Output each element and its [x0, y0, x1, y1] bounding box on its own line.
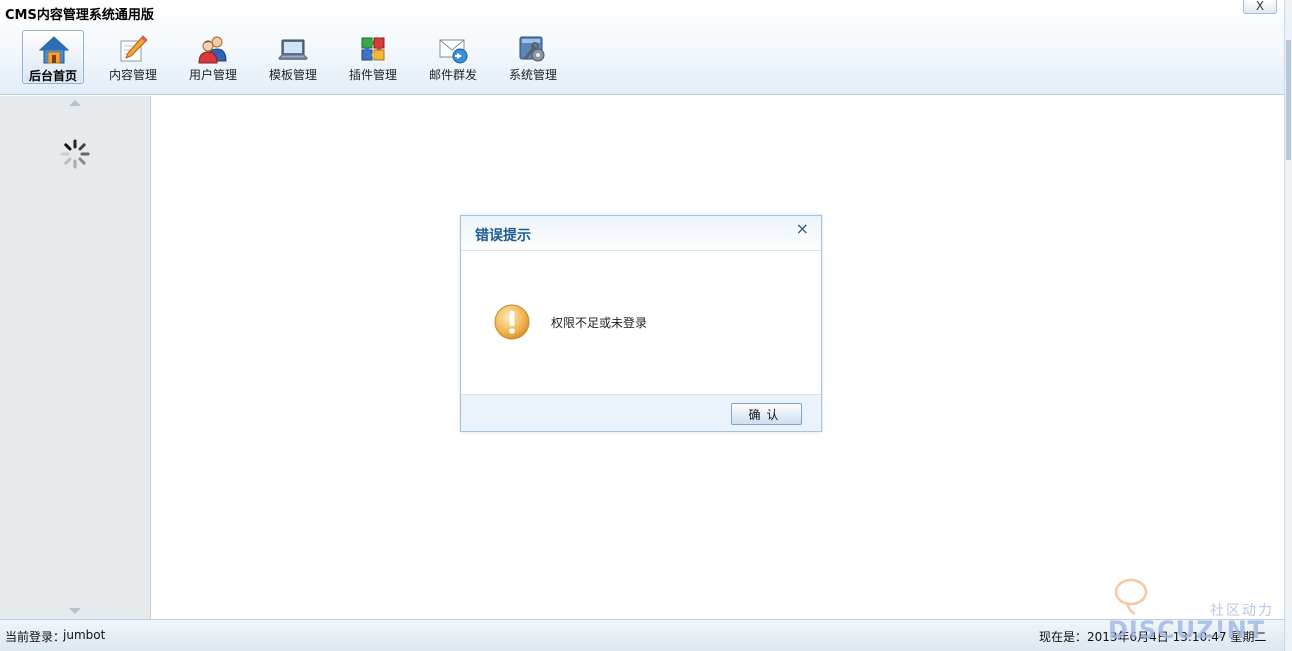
login-label: 当前登录： — [5, 630, 66, 644]
toolbar-home-label: 后台首页 — [28, 69, 77, 83]
window-close-button[interactable]: X — [1243, 0, 1277, 14]
confirm-button[interactable]: 确认 — [731, 403, 802, 425]
spinner-icon — [60, 139, 90, 169]
error-dialog: 错误提示 × 权限不足或未登录 确认 — [460, 215, 822, 432]
mail-send-icon — [439, 39, 468, 64]
dialog-message: 权限不足或未登录 — [551, 316, 648, 330]
toolbar-users-label: 用户管理 — [188, 68, 237, 82]
toolbar-mail[interactable]: 邮件群发 — [422, 30, 484, 84]
toolbar-users[interactable]: 用户管理 — [182, 30, 244, 84]
settings-tools-icon — [519, 36, 545, 62]
toolbar-plugins-label: 插件管理 — [348, 68, 397, 82]
warning-icon — [494, 304, 530, 340]
toolbar-plugins[interactable]: 插件管理 — [342, 30, 404, 84]
toolbar-system-label: 系统管理 — [508, 68, 557, 82]
scrollbar-thumb[interactable] — [1286, 40, 1291, 160]
window-scrollbar[interactable] — [1284, 0, 1292, 651]
app-title: CMS内容管理系统通用版 — [5, 8, 154, 23]
puzzle-icon — [361, 37, 385, 61]
edit-pencil-icon — [120, 35, 148, 62]
toolbar-content[interactable]: 内容管理 — [102, 30, 164, 84]
sidebar-scroll-up-icon[interactable] — [69, 100, 81, 106]
app-header: CMS内容管理系统通用版 后台首页 内容管理 用户管理 模板管理 插件管理 邮件… — [0, 0, 1284, 95]
sidebar — [0, 96, 151, 619]
current-time: 现在是：2013年6月4日 13:10:47 星期二 — [1039, 630, 1267, 644]
laptop-icon — [277, 39, 309, 60]
status-bar: 当前登录： jumbot 现在是：2013年6月4日 13:10:47 星期二 — [0, 619, 1284, 651]
toolbar-mail-label: 邮件群发 — [428, 68, 477, 82]
home-icon — [38, 36, 70, 64]
toolbar-templates[interactable]: 模板管理 — [262, 30, 324, 84]
dialog-title: 错误提示 — [475, 228, 531, 244]
toolbar-system[interactable]: 系统管理 — [502, 30, 564, 84]
users-icon — [198, 36, 227, 64]
dialog-footer: 确认 — [461, 394, 821, 431]
toolbar-templates-label: 模板管理 — [268, 68, 317, 82]
dialog-close-icon[interactable]: × — [796, 221, 809, 237]
dialog-header: 错误提示 × — [461, 216, 821, 251]
toolbar-home[interactable]: 后台首页 — [22, 30, 84, 84]
login-username: jumbot — [63, 628, 106, 642]
toolbar-content-label: 内容管理 — [108, 68, 157, 82]
sidebar-scroll-down-icon[interactable] — [69, 608, 81, 614]
